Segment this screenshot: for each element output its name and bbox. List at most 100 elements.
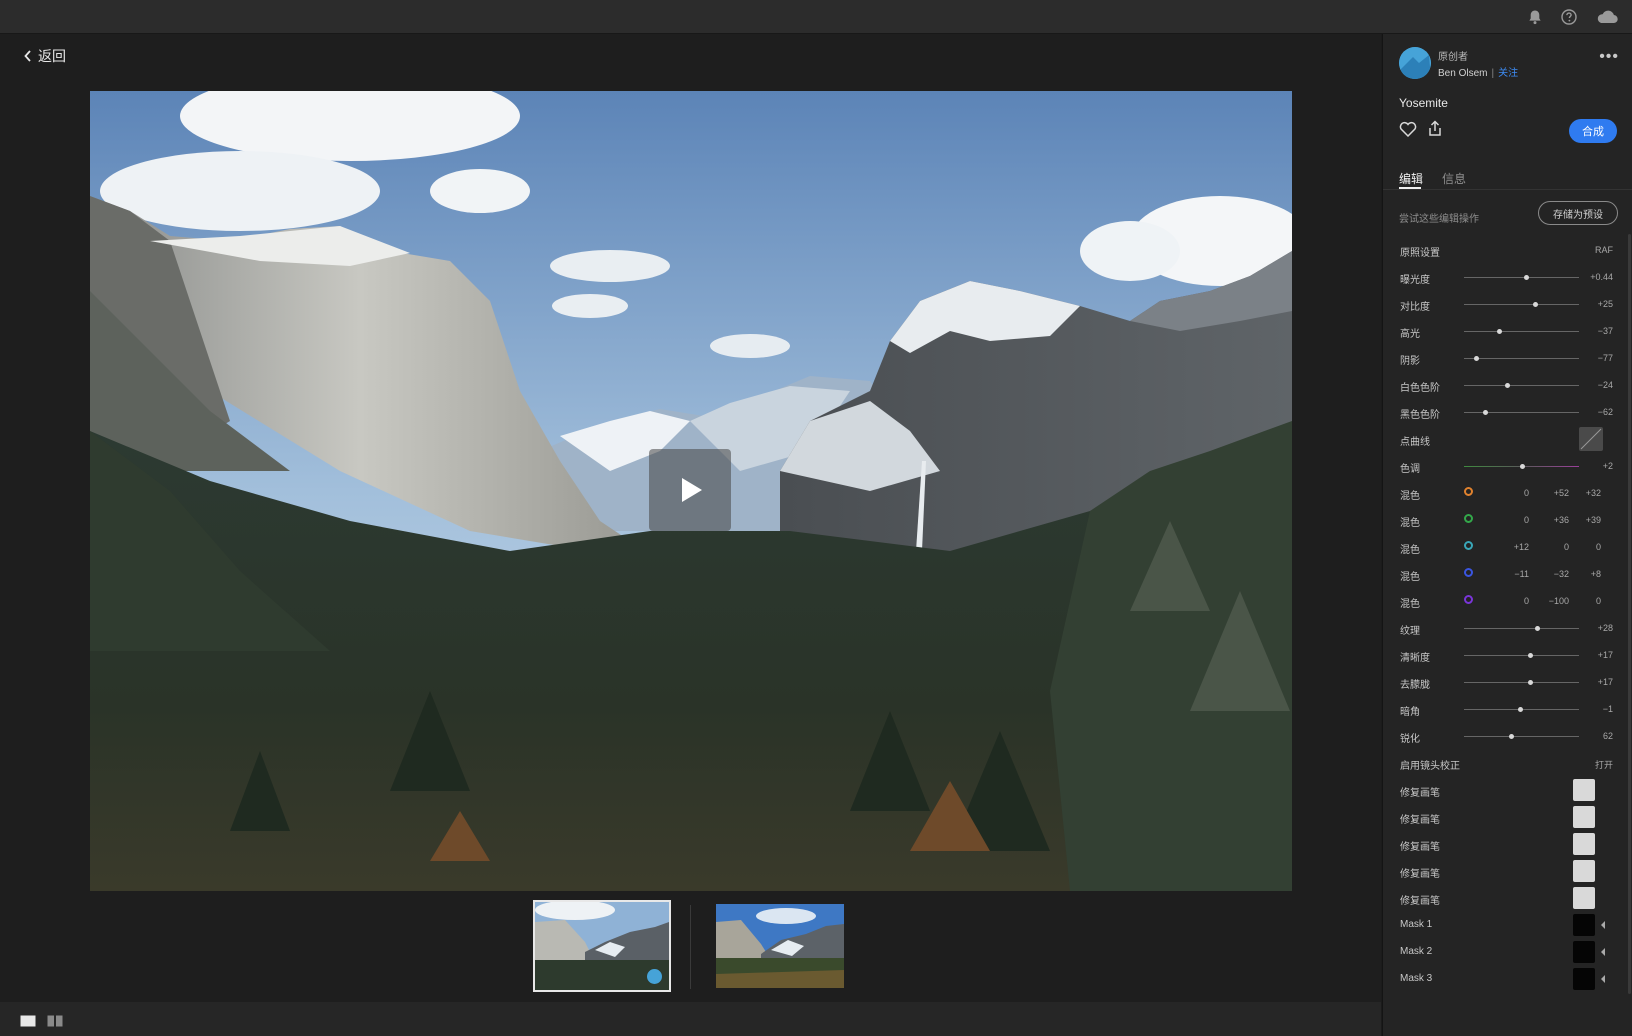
thumbnail-2[interactable] [716, 904, 844, 988]
single-view-icon [20, 1015, 36, 1027]
mask-thumbnail[interactable] [1573, 968, 1595, 990]
detail-slider-thumb[interactable] [1528, 679, 1534, 685]
adjust-slider[interactable] [1464, 274, 1579, 280]
adjust-row[interactable]: 高光 −37 [1383, 318, 1632, 345]
save-preset-button[interactable]: 存储为预设 [1538, 201, 1618, 225]
panel-scrollbar[interactable] [1628, 234, 1631, 994]
color-ring-icon [1464, 595, 1473, 604]
single-view-button[interactable] [20, 1014, 36, 1032]
mask-row[interactable]: Mask 3 [1383, 966, 1632, 993]
adjust-slider-thumb[interactable] [1523, 274, 1529, 280]
point-curve-row[interactable]: 点曲线 [1383, 426, 1632, 453]
mask-row[interactable]: Mask 1 [1383, 912, 1632, 939]
mask-label: Mask 2 [1400, 946, 1433, 957]
color-mix-v1-value: 0 [1523, 488, 1529, 498]
follow-link[interactable]: 关注 [1498, 68, 1518, 79]
expand-caret-icon[interactable] [1601, 948, 1605, 956]
compare-view-button[interactable] [47, 1014, 63, 1032]
adjust-slider[interactable] [1464, 409, 1579, 415]
healing-brush-thumbnail[interactable] [1573, 860, 1595, 882]
play-button[interactable] [649, 449, 731, 531]
tint-slider[interactable] [1464, 463, 1579, 469]
tab-info[interactable]: 信息 [1442, 170, 1466, 187]
adjust-slider-thumb[interactable] [1497, 328, 1503, 334]
detail-row[interactable]: 暗角 −1 [1383, 696, 1632, 723]
color-mix-row[interactable]: 混色 0 +36 +39 [1383, 507, 1632, 534]
healing-brush-row[interactable]: 修复画笔 [1383, 777, 1632, 804]
adjust-label: 对比度 [1400, 302, 1430, 313]
point-curve-icon[interactable] [1579, 427, 1603, 451]
mask-row[interactable]: Mask 2 [1383, 939, 1632, 966]
compare-view-icon [47, 1015, 63, 1027]
healing-brush-thumbnail[interactable] [1573, 806, 1595, 828]
adjust-slider[interactable] [1464, 355, 1579, 361]
detail-slider[interactable] [1464, 679, 1579, 685]
avatar[interactable] [1399, 47, 1431, 79]
combine-button[interactable]: 合成 [1569, 119, 1617, 143]
detail-slider-thumb[interactable] [1517, 706, 1523, 712]
adjust-slider-thumb[interactable] [1483, 409, 1489, 415]
adjust-slider-thumb[interactable] [1474, 355, 1480, 361]
more-options-icon[interactable]: ••• [1599, 48, 1619, 66]
healing-brush-thumbnail[interactable] [1573, 833, 1595, 855]
adjust-slider[interactable] [1464, 301, 1579, 307]
detail-slider[interactable] [1464, 652, 1579, 658]
mask-thumbnail[interactable] [1573, 941, 1595, 963]
color-mix-v3-value: +8 [1590, 569, 1601, 579]
help-icon[interactable] [1560, 8, 1578, 26]
healing-brush-row[interactable]: 修复画笔 [1383, 831, 1632, 858]
detail-label: 纹理 [1400, 626, 1420, 637]
healing-brush-thumbnail[interactable] [1573, 779, 1595, 801]
detail-row[interactable]: 锐化 62 [1383, 723, 1632, 750]
detail-row[interactable]: 去朦胧 +17 [1383, 669, 1632, 696]
thumbnail-1[interactable] [533, 900, 671, 992]
mask-thumbnail[interactable] [1573, 914, 1595, 936]
expand-caret-icon[interactable] [1601, 921, 1605, 929]
tint-row[interactable]: 色调 +2 [1383, 453, 1632, 480]
detail-label: 去朦胧 [1400, 680, 1430, 691]
back-button[interactable]: 返回 [24, 46, 66, 66]
adjust-slider[interactable] [1464, 328, 1579, 334]
detail-slider[interactable] [1464, 733, 1579, 739]
adjust-row[interactable]: 黑色色阶 −62 [1383, 399, 1632, 426]
color-mix-row[interactable]: 混色 +12 0 0 [1383, 534, 1632, 561]
detail-slider-thumb[interactable] [1508, 733, 1514, 739]
adjust-row[interactable]: 白色色阶 −24 [1383, 372, 1632, 399]
healing-brush-row[interactable]: 修复画笔 [1383, 804, 1632, 831]
detail-value: +17 [1597, 677, 1613, 687]
profile-row[interactable]: 原照设置 RAF [1383, 237, 1632, 264]
detail-row[interactable]: 纹理 +28 [1383, 615, 1632, 642]
healing-brush-thumbnail[interactable] [1573, 887, 1595, 909]
color-mix-row[interactable]: 混色 −11 −32 +8 [1383, 561, 1632, 588]
author-name[interactable]: Ben Olsem [1438, 68, 1487, 79]
adjust-value: −77 [1597, 353, 1613, 363]
adjust-row[interactable]: 阴影 −77 [1383, 345, 1632, 372]
color-mix-row[interactable]: 混色 0 −100 0 [1383, 588, 1632, 615]
detail-slider[interactable] [1464, 625, 1579, 631]
detail-label: 暗角 [1400, 707, 1420, 718]
tab-edit[interactable]: 编辑 [1399, 170, 1423, 187]
healing-brush-row[interactable]: 修复画笔 [1383, 858, 1632, 885]
detail-label: 清晰度 [1400, 653, 1430, 664]
tint-slider-thumb[interactable] [1520, 463, 1526, 469]
heart-icon[interactable] [1399, 121, 1417, 142]
detail-row[interactable]: 清晰度 +17 [1383, 642, 1632, 669]
adjust-row[interactable]: 对比度 +25 [1383, 291, 1632, 318]
healing-brush-row[interactable]: 修复画笔 [1383, 885, 1632, 912]
adjust-label: 高光 [1400, 329, 1420, 340]
adjust-slider[interactable] [1464, 382, 1579, 388]
adjust-slider-thumb[interactable] [1505, 382, 1511, 388]
lens-correction-row[interactable]: 启用镜头校正 打开 [1383, 750, 1632, 777]
cloud-icon[interactable] [1594, 8, 1620, 26]
detail-slider-thumb[interactable] [1528, 652, 1534, 658]
detail-slider[interactable] [1464, 706, 1579, 712]
detail-slider-thumb[interactable] [1535, 625, 1541, 631]
expand-caret-icon[interactable] [1601, 975, 1605, 983]
adjust-label: 黑色色阶 [1400, 410, 1440, 421]
share-icon[interactable] [1427, 120, 1443, 142]
color-mix-row[interactable]: 混色 0 +52 +32 [1383, 480, 1632, 507]
bell-icon[interactable] [1526, 8, 1544, 26]
adjust-row[interactable]: 曝光度 +0.44 [1383, 264, 1632, 291]
adjust-slider-thumb[interactable] [1532, 301, 1538, 307]
color-mix-v3-value: +39 [1585, 515, 1601, 525]
